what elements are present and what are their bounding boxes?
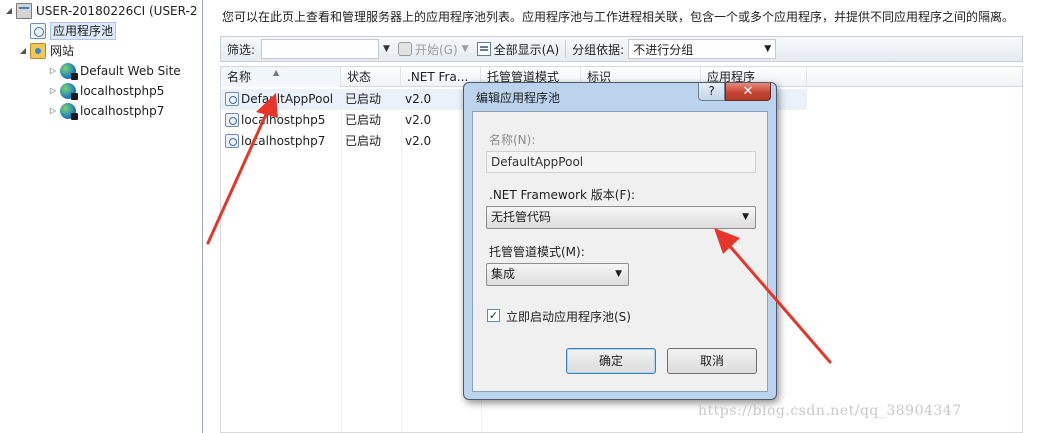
help-button[interactable]: ? (698, 83, 725, 101)
tree-item-sites[interactable]: ◢ 网站 (20, 41, 75, 61)
server-icon (16, 3, 32, 19)
ok-button[interactable]: 确定 (566, 348, 656, 374)
expand-icon[interactable]: ▷ (48, 81, 58, 101)
pipeline-mode-select[interactable]: 集成 ▼ (486, 263, 629, 286)
start-filter-label: 开始(G) (414, 42, 458, 57)
cell-status: 已启动 (345, 92, 382, 106)
site-label: Default Web Site (80, 64, 181, 78)
group-by-select[interactable]: 不进行分组 ▼ (628, 39, 777, 59)
autostart-label[interactable]: 立即启动应用程序池(S) (506, 308, 631, 325)
framework-version-select[interactable]: 无托管代码 ▼ (486, 206, 756, 229)
cell-name: DefaultAppPool (221, 89, 341, 110)
cell-name: localhostphp5 (221, 110, 341, 131)
show-all-label: 全部显示(A) (493, 42, 560, 57)
cell-name-text: localhostphp7 (241, 134, 326, 148)
tree-item-site[interactable]: ▷ localhostphp7 (48, 101, 164, 121)
name-field[interactable]: DefaultAppPool (486, 151, 756, 173)
globe-icon (60, 103, 78, 120)
tree-item-server-label: USER-20180226CI (USER-2 (36, 4, 198, 18)
close-icon: ✕ (742, 84, 754, 99)
framework-label: .NET Framework 版本(F): (489, 188, 636, 202)
autostart-checkbox[interactable]: ✓ (487, 309, 500, 322)
filter-dropdown-icon[interactable]: ▼ (383, 44, 390, 54)
chevron-down-icon: ▼ (764, 44, 772, 54)
column-header-label: 状态 (347, 70, 372, 84)
globe-icon (60, 63, 78, 80)
expand-icon[interactable]: ▷ (48, 101, 58, 121)
show-all-icon (476, 42, 491, 56)
app-pool-icon (225, 92, 239, 106)
group-by-value: 不进行分组 (633, 42, 694, 57)
app-pool-icon (225, 113, 239, 127)
pipeline-label: 托管管道模式(M): (489, 245, 585, 259)
cancel-button[interactable]: 取消 (667, 348, 757, 374)
column-header-status[interactable]: 状态 (341, 67, 401, 87)
tree-item-site[interactable]: ▷ Default Web Site (48, 61, 181, 81)
dialog-body: 名称(N): DefaultAppPool .NET Framework 版本(… (472, 111, 768, 392)
filter-toolbar: 筛选: ▼ 开始(G) ▼ 全部显示(A) 分组依据: 不进行分组 ▼ (220, 36, 1023, 62)
tree-item-app-pools[interactable]: 应用程序池 (30, 21, 117, 41)
site-label: localhostphp5 (80, 84, 165, 98)
column-header-label: 名称 (227, 70, 252, 84)
start-filter-button[interactable]: 开始(G) (397, 41, 458, 58)
tree-item-sites-label: 网站 (50, 44, 75, 58)
tree-item-server[interactable]: ◢ USER-20180226CI (USER-2 (4, 1, 197, 21)
cell-name: localhostphp7 (221, 131, 341, 152)
close-button[interactable]: ✕ (725, 83, 771, 101)
pipeline-mode-value: 集成 (491, 267, 516, 281)
sort-ascending-icon: ▲ (273, 68, 280, 77)
column-header-name[interactable]: 名称 ▲ (221, 67, 341, 87)
checkmark-icon: ✓ (488, 309, 499, 322)
column-header-label: .NET Fra... (407, 70, 469, 84)
page-description: 您可以在此页上查看和管理服务器上的应用程序池列表。应用程序池与工作进程相关联，包… (222, 10, 1015, 24)
name-label: 名称(N): (489, 133, 536, 147)
site-label: localhostphp7 (80, 104, 165, 118)
framework-version-value: 无托管代码 (491, 210, 552, 224)
collapse-icon[interactable]: ◢ (4, 1, 14, 21)
cell-name-text: localhostphp5 (241, 113, 326, 127)
globe-icon (60, 83, 78, 100)
app-pool-icon (225, 134, 239, 148)
cell-name-text: DefaultAppPool (241, 92, 334, 106)
start-dropdown-icon[interactable]: ▼ (462, 44, 469, 54)
connections-tree: ◢ USER-20180226CI (USER-2 应用程序池 ◢ 网站 ▷ D… (0, 0, 203, 433)
tree-item-site[interactable]: ▷ localhostphp5 (48, 81, 164, 101)
cell-status: 已启动 (345, 134, 382, 148)
app-pool-icon (30, 23, 46, 39)
toolbar-separator (565, 40, 567, 58)
filter-input[interactable] (261, 39, 380, 59)
show-all-button[interactable]: 全部显示(A) (476, 41, 560, 58)
collapse-icon[interactable]: ◢ (18, 41, 28, 61)
chevron-down-icon: ▼ (742, 212, 749, 222)
tree-item-app-pools-label: 应用程序池 (50, 22, 117, 40)
edit-app-pool-dialog: 编辑应用程序池 ? ✕ 名称(N): DefaultAppPool .NET F… (463, 82, 777, 400)
chevron-down-icon: ▼ (615, 269, 622, 279)
expand-icon[interactable]: ▷ (48, 61, 58, 81)
sites-folder-icon (30, 43, 46, 59)
watermark: https://blog.csdn.net/qq_38904347 (698, 403, 962, 419)
dialog-title: 编辑应用程序池 (476, 91, 561, 105)
binoculars-icon (397, 42, 412, 56)
cell-status: 已启动 (345, 113, 382, 127)
group-by-label: 分组依据: (572, 42, 625, 57)
filter-label: 筛选: (227, 42, 256, 57)
